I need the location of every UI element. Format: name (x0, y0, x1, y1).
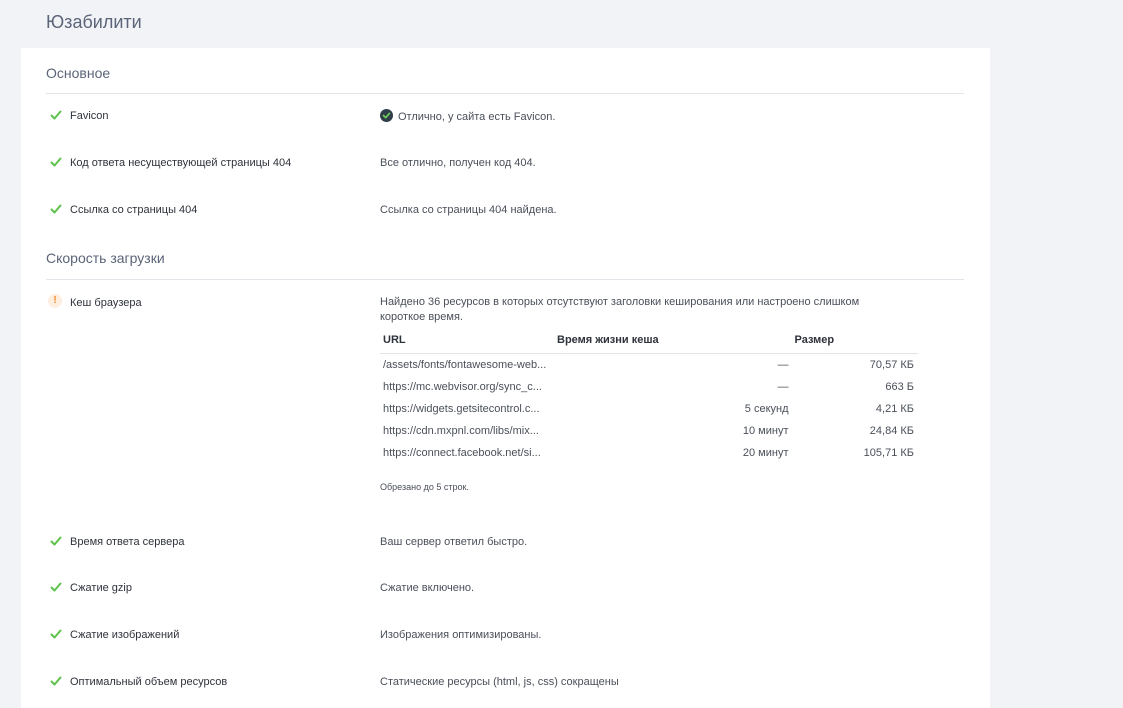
exclamation-icon: ! (48, 294, 62, 308)
check-icon (50, 676, 62, 686)
row-label-browser-cache: Кеш браузера (70, 297, 142, 309)
row-desc-image-compression: Изображения оптимизированы. (380, 629, 542, 641)
row-label-server-response: Время ответа сервера (70, 536, 185, 548)
row-desc-text: Отлично, у сайта есть Favicon. (398, 111, 556, 123)
cell-ttl: — (777, 358, 789, 371)
row-desc-server-response: Ваш сервер ответил быстро. (380, 536, 528, 548)
table-row: https://cdn.mxpnl.com/libs/mix... 10 мин… (380, 420, 918, 442)
table-row: https://connect.facebook.net/si... 20 ми… (380, 442, 918, 464)
row-desc-favicon: Отлично, у сайта есть Favicon. (380, 109, 900, 125)
cell-url: /assets/fonts/fontawesome-web... (383, 358, 547, 371)
usability-card: Основное Favicon Отлично, у сайта есть F… (21, 48, 990, 708)
cell-ttl: 20 минут (742, 446, 789, 459)
column-header-size: Размер (791, 330, 918, 354)
row-label-image-compression: Сжатие изображений (70, 629, 180, 641)
check-circle-icon (380, 109, 393, 122)
table-row: /assets/fonts/fontawesome-web... — 70,57… (380, 354, 918, 377)
cell-url: https://connect.facebook.net/si... (383, 446, 541, 459)
row-desc-gzip: Сжатие включено. (380, 582, 475, 594)
cell-size: 70,57 КБ (869, 358, 914, 371)
row-desc-404-link: Ссылка со страницы 404 найдена. (380, 204, 557, 216)
check-icon (50, 110, 62, 120)
row-label-favicon: Favicon (70, 110, 109, 122)
cell-size: 24,84 КБ (869, 424, 914, 437)
page-title: Юзабилити (46, 12, 142, 32)
section-title-basic: Основное (46, 65, 111, 81)
cell-ttl: — (777, 380, 789, 393)
section-divider (46, 279, 964, 280)
row-desc-browser-cache: Найдено 36 ресурсов в которых отсутствую… (380, 296, 860, 323)
check-icon (50, 629, 62, 639)
cell-url: https://widgets.getsitecontrol.c... (383, 402, 540, 415)
row-desc-404-code: Все отлично, получен код 404. (380, 157, 536, 169)
cell-url: https://mc.webvisor.org/sync_c... (383, 380, 542, 393)
row-label-resource-size: Оптимальный объем ресурсов (70, 676, 228, 688)
table-header-row: URL Время жизни кеша Размер (380, 330, 918, 354)
table-row: https://mc.webvisor.org/sync_c... — 663 … (380, 376, 918, 398)
truncation-note: Обрезано до 5 строк. (380, 482, 469, 492)
cell-url: https://cdn.mxpnl.com/libs/mix... (383, 424, 539, 437)
row-label-gzip: Сжатие gzip (70, 582, 132, 594)
section-divider (46, 93, 964, 94)
column-header-ttl: Время жизни кеша (554, 330, 792, 354)
row-label-404-code: Код ответа несуществующей страницы 404 (70, 157, 292, 169)
cell-size: 663 Б (885, 380, 914, 393)
section-title-speed: Скорость загрузки (46, 250, 165, 266)
check-icon (50, 536, 62, 546)
cell-size: 105,71 КБ (863, 446, 914, 459)
row-desc-resource-size: Статические ресурсы (html, js, css) сокр… (380, 676, 619, 688)
table-row: https://widgets.getsitecontrol.c... 5 се… (380, 398, 918, 420)
cache-table: URL Время жизни кеша Размер /assets/font… (380, 330, 918, 464)
cell-size: 4,21 КБ (875, 402, 914, 415)
check-icon (50, 582, 62, 592)
column-header-url: URL (380, 330, 554, 354)
cell-ttl: 10 минут (742, 424, 789, 437)
row-label-404-link: Ссылка со страницы 404 (70, 204, 198, 216)
check-icon (50, 204, 62, 214)
cell-ttl: 5 секунд (744, 402, 789, 415)
check-icon (50, 157, 62, 167)
